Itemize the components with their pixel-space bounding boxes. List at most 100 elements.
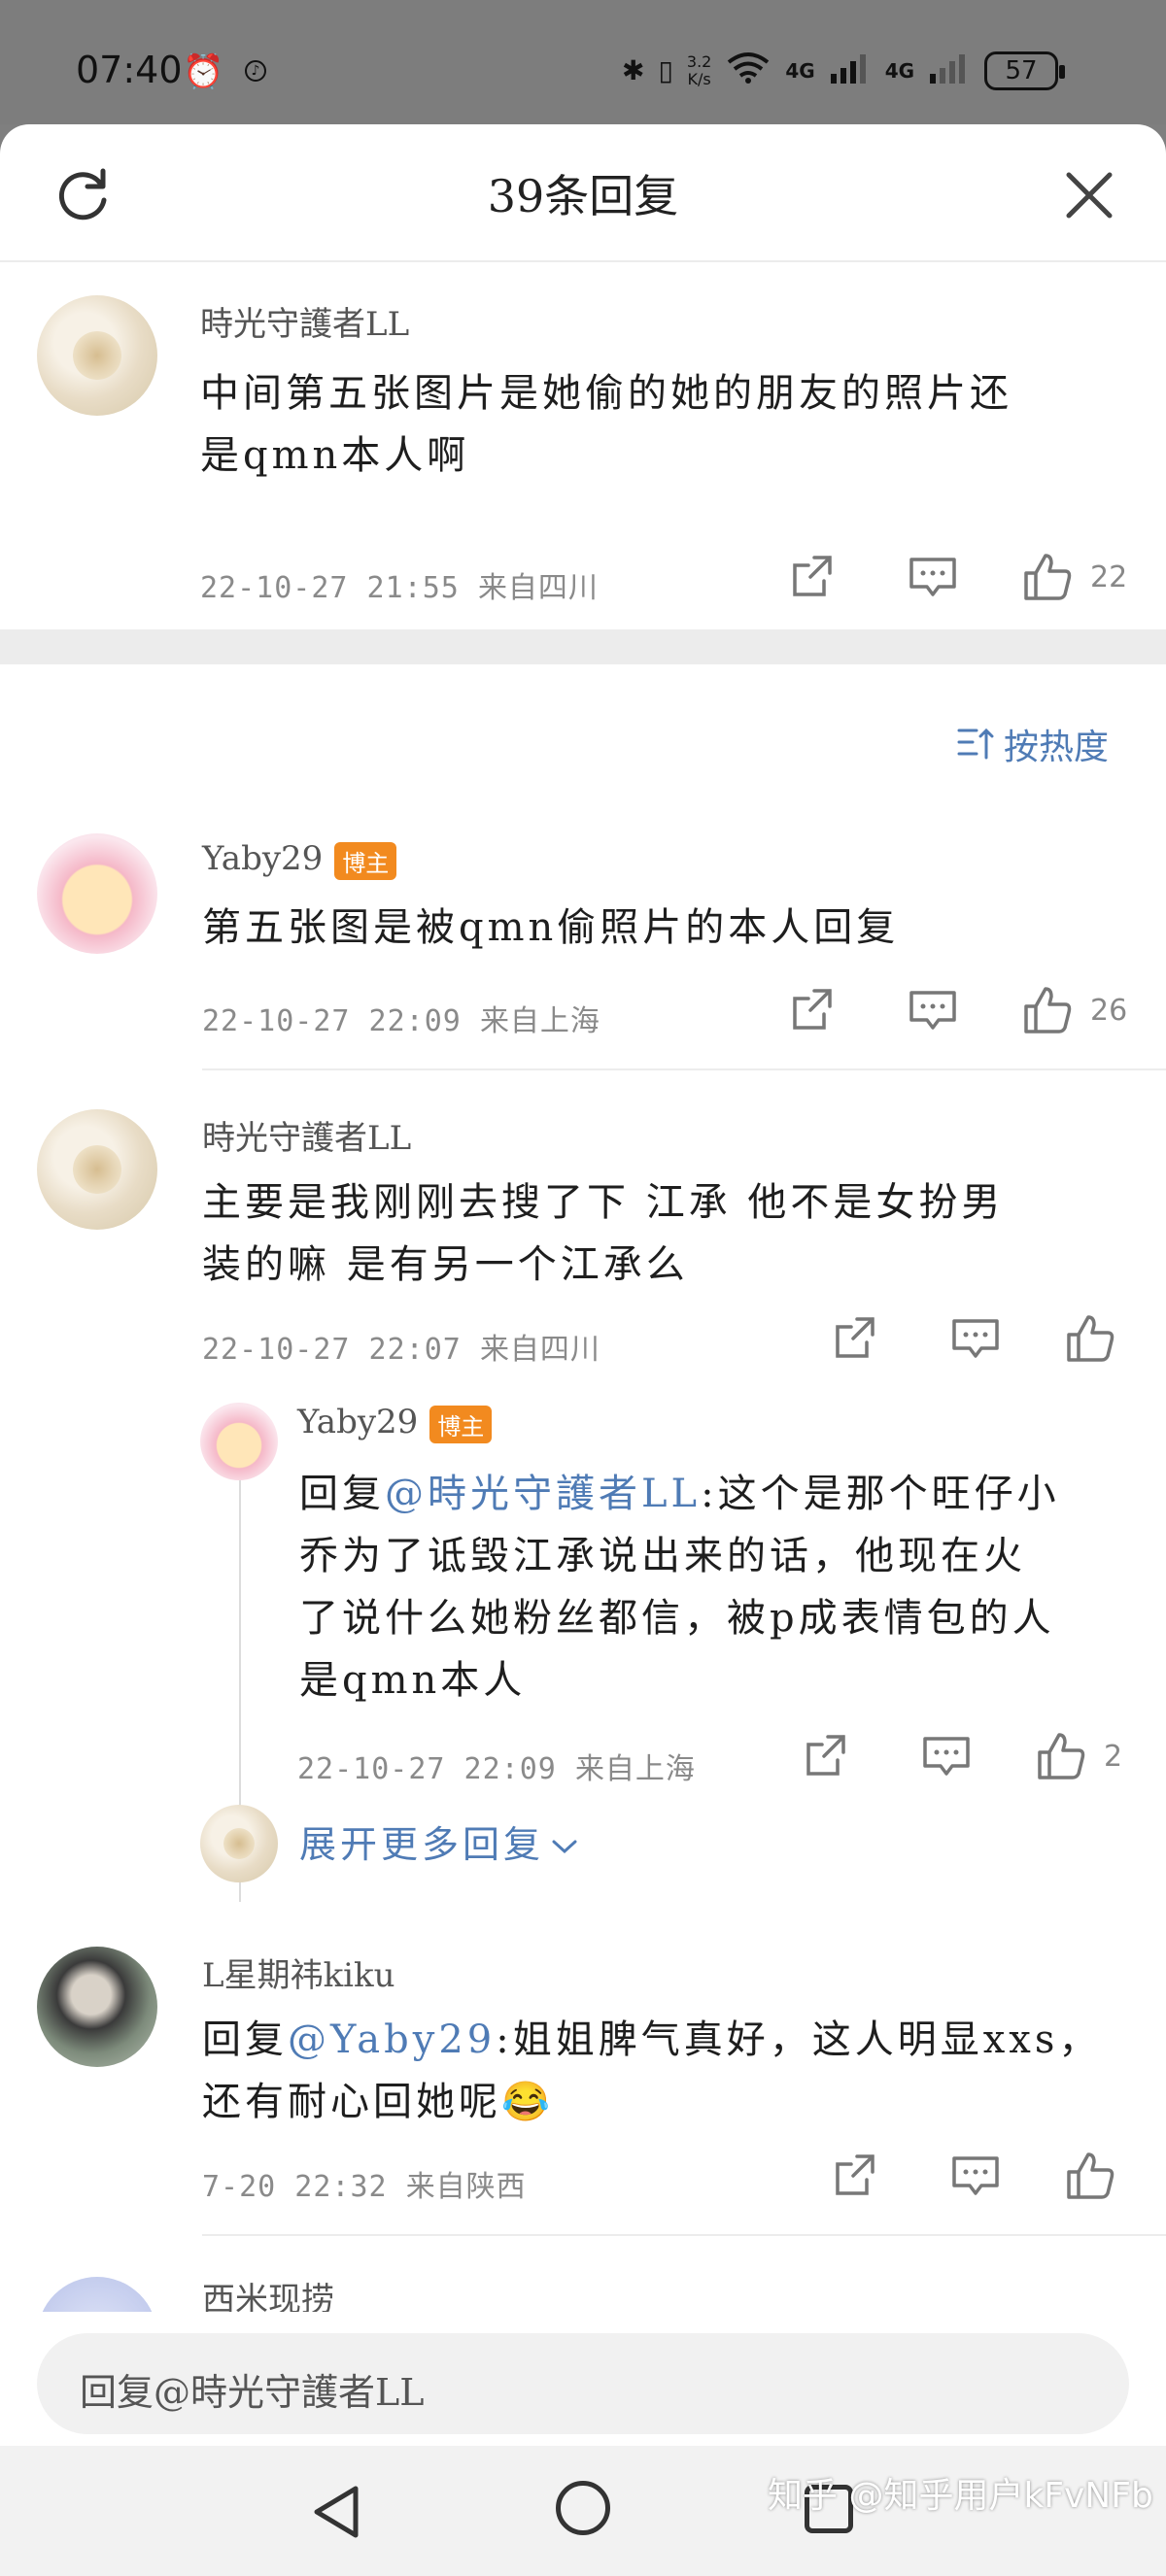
reply-text-rest: :姐姐脾气真好，这人明显xxs， [496,2017,1102,2062]
mention-link[interactable]: @Yaby29 [288,2017,496,2062]
avatar[interactable] [37,1109,157,1230]
like-icon[interactable] [1063,2149,1117,2203]
reply-meta: 22-10-27 22:09 来自上海 [202,997,600,1039]
reply-username[interactable]: L星期祎kiku [202,1949,395,1996]
net-speed-value: 3.2 [686,51,712,71]
reply-location: 来自上海 [479,1004,600,1038]
reply-icon[interactable] [919,1729,974,1783]
net-speed: 3.2 K/s [686,51,712,88]
like-icon[interactable] [1063,1311,1117,1366]
share-icon[interactable] [828,2149,882,2203]
reply-location: 来自上海 [574,1752,696,1786]
battery-indicator: 57 [984,51,1066,90]
reply-prefix: 回复 [299,1472,385,1516]
reply-icon[interactable] [906,550,960,604]
comment-meta: 22-10-27 21:55 来自四川 [200,563,599,606]
author-badge: 博主 [429,1405,493,1443]
like-icon[interactable] [1020,550,1075,604]
reply-username[interactable]: Yaby29 [202,839,323,878]
bluetooth-icon: ✱ [622,54,645,86]
comment-text: 中间第五张图片是她偷的她的朋友的照片还 是qmn本人啊 [200,362,1012,487]
sheet-header: 39条回复 [0,124,1166,262]
reply-actions: 26 [785,983,1127,1037]
like-count: 26 [1090,993,1128,1028]
share-icon[interactable] [799,1729,853,1783]
signal-bars-2-icon [928,51,971,90]
close-icon[interactable] [1059,165,1119,225]
alarm-icon: ⏰ [183,52,224,91]
reply-icon[interactable] [906,983,960,1037]
vibrate-icon: ▯ [658,54,673,86]
reply-text: 第五张图是被qmn偷照片的本人回复 [202,897,899,959]
reply-prefix: 回复 [202,2017,288,2062]
reply-time: 22-10-27 22:09 [202,1004,462,1038]
reply-text-line: 是qmn本人 [299,1658,527,1703]
reply-username[interactable]: 時光守護者LL [202,1111,411,1159]
reply-icon[interactable] [948,2149,1003,2203]
expand-more-label: 展开更多回复 [299,1823,545,1866]
like-icon[interactable] [1020,983,1075,1037]
wifi-icon [725,51,772,90]
reply-time: 7-20 22:32 [202,2170,388,2204]
reply-text-line: 第五张图是被qmn偷照片的本人回复 [202,905,900,950]
reply-meta: 22-10-27 22:07 来自四川 [202,1325,600,1368]
replies-sheet: 39条回复 時光守護者LL 中间第五张图片是她偷的她的朋友的照片还 是qmn本人… [0,124,1166,2446]
divider [202,2234,1166,2236]
like-count: 2 [1104,1739,1123,1774]
section-divider [0,629,1166,664]
reply-username[interactable]: Yaby29 [297,1403,418,1441]
avatar[interactable] [37,295,157,416]
share-icon[interactable] [828,1311,882,1366]
reply-location: 来自四川 [479,1333,600,1367]
avatar[interactable] [200,1403,278,1480]
sheet-title: 39条回复 [487,170,679,222]
reply-text-line: 还有耐心回她呢😂 [202,2080,554,2124]
reply-location: 来自陕西 [405,2170,527,2204]
chevron-down-icon [552,1840,577,1854]
status-time: 07:40 [76,49,183,91]
reply-text-rest: :这个是那个旺仔小 [701,1472,1060,1516]
like-count: 22 [1090,559,1128,594]
reply-input[interactable]: 回复@時光守護者LL [37,2333,1129,2434]
mention-link[interactable]: @時光守護者LL [385,1472,701,1516]
reply-text-line: 回复@Yaby29:姐姐脾气真好，这人明显xxs， [202,2009,1101,2071]
reply-icon[interactable] [948,1311,1003,1366]
reply-actions [828,2149,1117,2203]
signal-label-1: 4G [785,58,815,83]
reply-text: 主要是我刚刚去搜了下 江承 他不是女扮男 装的嘛 是有另一个江承么 [202,1171,1004,1296]
reply-text: 回复@Yaby29:姐姐脾气真好，这人明显xxs， 还有耐心回她呢😂 [202,2009,1101,2133]
expand-more-replies[interactable]: 展开更多回复 [299,1814,579,1868]
comment-username[interactable]: 時光守護者LL [200,297,409,345]
back-icon[interactable] [309,2483,363,2541]
share-icon[interactable] [785,550,840,604]
reply-username-row: Yaby29 博主 [297,1403,493,1443]
comment-time: 22-10-27 21:55 [200,571,460,605]
sort-toggle[interactable]: 按热度 [957,719,1109,769]
status-bar: 07:40 ⏰ ♪ ✱ ▯ 3.2 K/s 4G 4G 57 [0,0,1166,124]
like-icon[interactable] [1034,1729,1088,1783]
reply-text-line: 了说什么她粉丝都信，被p成表情包的人 [299,1596,1055,1641]
reply-actions: 2 [799,1729,1122,1783]
comment-text-line: 中间第五张图片是她偷的她的朋友的照片还 [200,371,1012,416]
signal-bars-1-icon [829,51,872,90]
tiktok-icon: ♪ [245,60,266,82]
net-speed-unit: K/s [687,69,711,88]
comment-location: 来自四川 [477,571,599,605]
reply-input-placeholder: 回复@時光守護者LL [80,2371,425,2414]
reply-username-row: Yaby29 博主 [202,839,397,880]
reply-text-line: 回复@時光守護者LL:这个是那个旺仔小 [299,1463,1060,1525]
reply-text-line: 主要是我刚刚去搜了下 江承 他不是女扮男 [202,1180,1005,1225]
avatar [200,1805,278,1882]
share-icon[interactable] [785,983,840,1037]
avatar[interactable] [37,833,157,954]
status-right-icons: ✱ ▯ 3.2 K/s 4G 4G 57 [622,51,1066,90]
sort-label: 按热度 [1004,728,1110,767]
home-icon[interactable] [556,2481,610,2535]
signal-label-2: 4G [884,58,915,83]
reply-text-line: 装的嘛 是有另一个江承么 [202,1242,689,1287]
reply-text-line: 乔为了诋毁江承说出来的话，他现在火 [299,1534,1026,1578]
reply-text: 回复@時光守護者LL:这个是那个旺仔小 乔为了诋毁江承说出来的话，他现在火 了说… [299,1463,1060,1712]
avatar[interactable] [37,1947,157,2067]
comment-text-line: 是qmn本人啊 [200,433,470,478]
reply-meta: 7-20 22:32 来自陕西 [202,2162,527,2205]
